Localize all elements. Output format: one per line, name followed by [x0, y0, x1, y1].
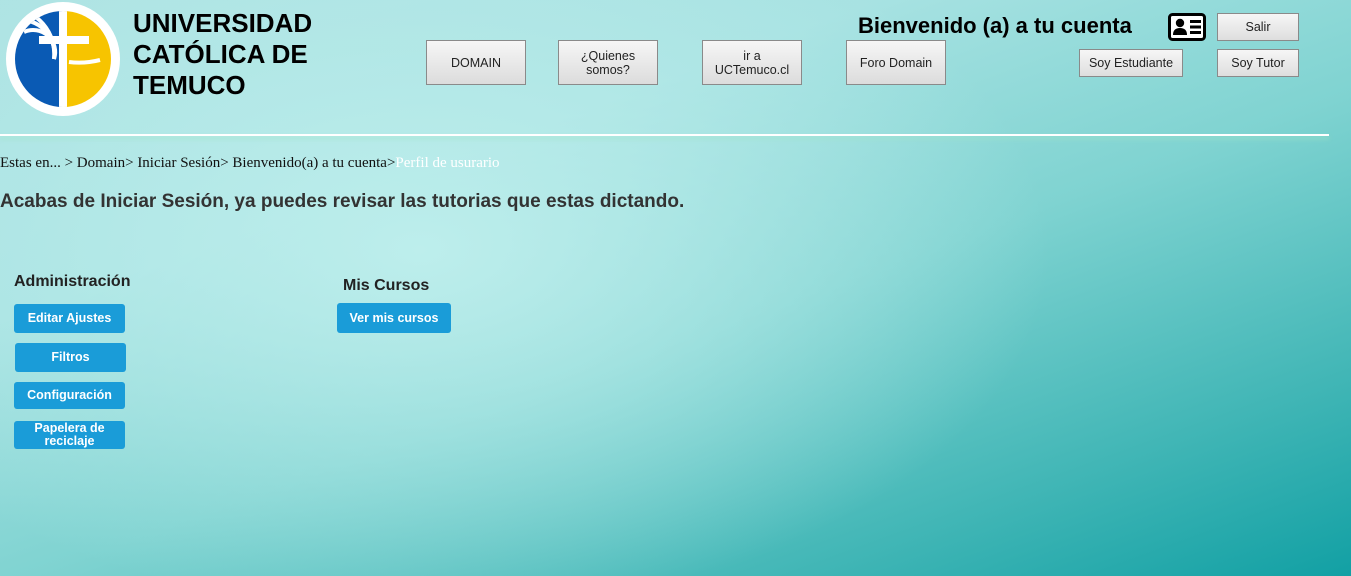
breadcrumb-trail[interactable]: Estas en... > Domain> Iniciar Sesión> Bi…: [0, 155, 395, 171]
university-name: UNIVERSIDAD CATÓLICA DE TEMUCO: [133, 8, 312, 101]
university-logo: [6, 2, 120, 116]
uctemuco-label-line-2: UCTemuco.cl: [714, 62, 790, 77]
uctemuco-label-line-1: ir a: [743, 48, 761, 63]
soy-tutor-label: Soy Tutor: [1231, 56, 1285, 70]
configuration-button[interactable]: Configuración: [14, 382, 125, 409]
university-name-line-2: CATÓLICA DE: [133, 39, 308, 69]
university-name-line-3: TEMUCO: [133, 70, 246, 100]
soy-estudiante-button[interactable]: Soy Estudiante: [1079, 49, 1183, 77]
edit-settings-label: Editar Ajustes: [27, 311, 112, 325]
domain-button-label: DOMAIN: [451, 55, 501, 70]
edit-settings-button[interactable]: Editar Ajustes: [14, 304, 125, 333]
quienes-somos-label-line-1: ¿Quienes: [580, 48, 636, 63]
admin-section-title: Administración: [14, 273, 131, 290]
view-courses-label: Ver mis cursos: [349, 310, 439, 325]
university-name-line-1: UNIVERSIDAD: [133, 8, 313, 38]
breadcrumb: Estas en... > Domain> Iniciar Sesión> Bi…: [0, 155, 500, 172]
configuration-label: Configuración: [27, 388, 112, 402]
id-card-icon[interactable]: [1168, 13, 1206, 41]
uctemuco-link-button[interactable]: ir a UCTemuco.cl: [702, 40, 802, 85]
logout-label: Salir: [1245, 20, 1271, 34]
domain-button[interactable]: DOMAIN: [426, 40, 526, 85]
foro-domain-button[interactable]: Foro Domain: [846, 40, 946, 85]
welcome-title: Bienvenido (a) a tu cuenta: [858, 13, 1132, 38]
header-divider: [0, 134, 1329, 136]
recycle-bin-button[interactable]: Papelera de reciclaje: [14, 421, 125, 449]
soy-tutor-button[interactable]: Soy Tutor: [1217, 49, 1299, 77]
quienes-somos-button[interactable]: ¿Quienes somos?: [558, 40, 658, 85]
soy-estudiante-label: Soy Estudiante: [1088, 56, 1174, 70]
recycle-bin-label-line-2: reciclaje: [44, 434, 95, 448]
quienes-somos-label-line-2: somos?: [586, 62, 630, 77]
filters-button[interactable]: Filtros: [15, 343, 126, 372]
view-courses-button[interactable]: Ver mis cursos: [337, 303, 451, 333]
filters-label: Filtros: [51, 350, 90, 364]
logout-button[interactable]: Salir: [1217, 13, 1299, 41]
courses-section-title: Mis Cursos: [343, 277, 430, 294]
breadcrumb-current: Perfil de usurario: [395, 155, 500, 171]
foro-domain-label: Foro Domain: [859, 55, 933, 70]
page-headline: Acabas de Iniciar Sesión, ya puedes revi…: [0, 191, 685, 212]
